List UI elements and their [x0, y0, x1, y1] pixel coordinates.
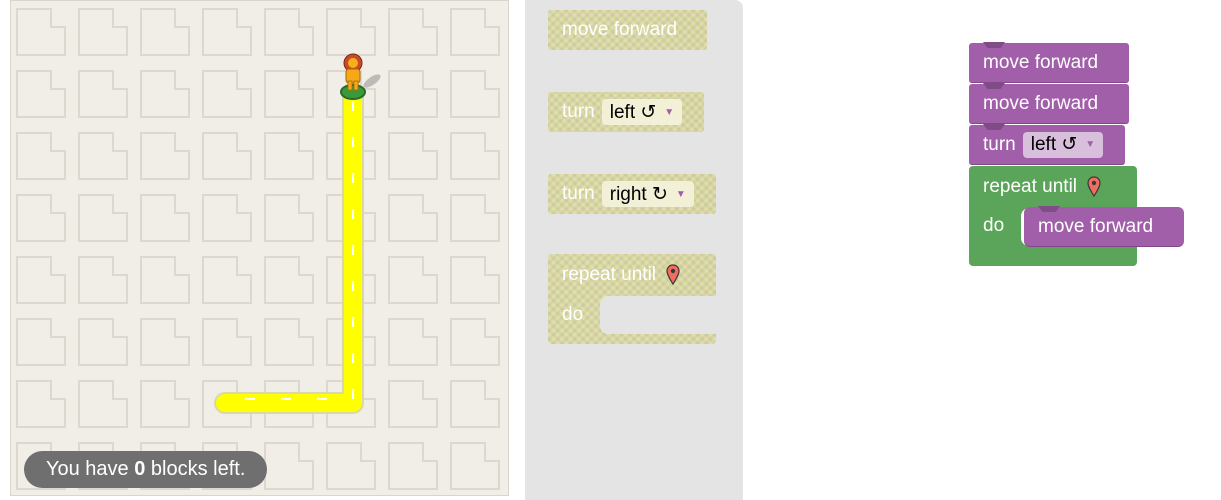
toolbox-move-forward-block[interactable]: move forward: [548, 10, 707, 50]
capacity-count: 0: [134, 458, 146, 480]
block-label: repeat until: [983, 176, 1078, 197]
maze-wall-tiles: [11, 1, 508, 495]
block-label: turn: [562, 101, 595, 122]
do-slot[interactable]: [600, 296, 716, 334]
direction-dropdown[interactable]: right ↻ ▼: [601, 181, 694, 207]
capacity-suffix: blocks left.: [145, 458, 246, 480]
workspace-move-forward-block-2[interactable]: move forward: [969, 84, 1129, 124]
direction-dropdown[interactable]: left ↺ ▼: [601, 99, 683, 125]
toolbox-repeat-until-block[interactable]: repeat until do: [548, 254, 716, 344]
do-label: do: [983, 215, 1005, 236]
goal-marker-icon: [666, 264, 680, 286]
dropdown-arrow-icon: ▼: [1085, 139, 1096, 150]
block-workspace[interactable]: move forward move forward turn left ↺ ▼ r…: [743, 0, 1221, 500]
maze-svg: [11, 1, 508, 495]
workspace-inner-move-forward-block[interactable]: move forward: [1024, 207, 1184, 247]
block-label: move forward: [1038, 215, 1154, 237]
dropdown-value: left ↺: [1030, 134, 1078, 155]
block-label: turn: [983, 133, 1016, 155]
block-label: turn: [562, 183, 595, 204]
block-label: move forward: [983, 51, 1099, 73]
direction-dropdown[interactable]: left ↺ ▼: [1022, 131, 1104, 158]
block-label: move forward: [562, 19, 678, 40]
dropdown-value: right ↻: [609, 183, 668, 205]
blocks-left-badge: You have 0 blocks left.: [24, 451, 268, 488]
dropdown-arrow-icon: ▼: [664, 106, 675, 118]
start-marker-icon: [340, 84, 366, 100]
block-toolbox: move forward turn left ↺ ▼ turn right ↻ ▼ …: [525, 0, 743, 500]
dropdown-arrow-icon: ▼: [675, 188, 686, 200]
do-label: do: [562, 304, 584, 325]
workspace-turn-left-block[interactable]: turn left ↺ ▼: [969, 125, 1125, 165]
toolbox-turn-right-block[interactable]: turn right ↻ ▼: [548, 174, 716, 214]
maze-panel: You have 0 blocks left.: [10, 0, 509, 496]
capacity-prefix: You have: [46, 458, 135, 480]
block-label: repeat until: [562, 264, 657, 285]
goal-marker-icon: [1087, 176, 1101, 198]
workspace-move-forward-block-1[interactable]: move forward: [969, 43, 1129, 83]
dropdown-value: left ↺: [609, 101, 657, 123]
toolbox-turn-left-block[interactable]: turn left ↺ ▼: [548, 92, 704, 132]
block-label: move forward: [983, 92, 1099, 114]
